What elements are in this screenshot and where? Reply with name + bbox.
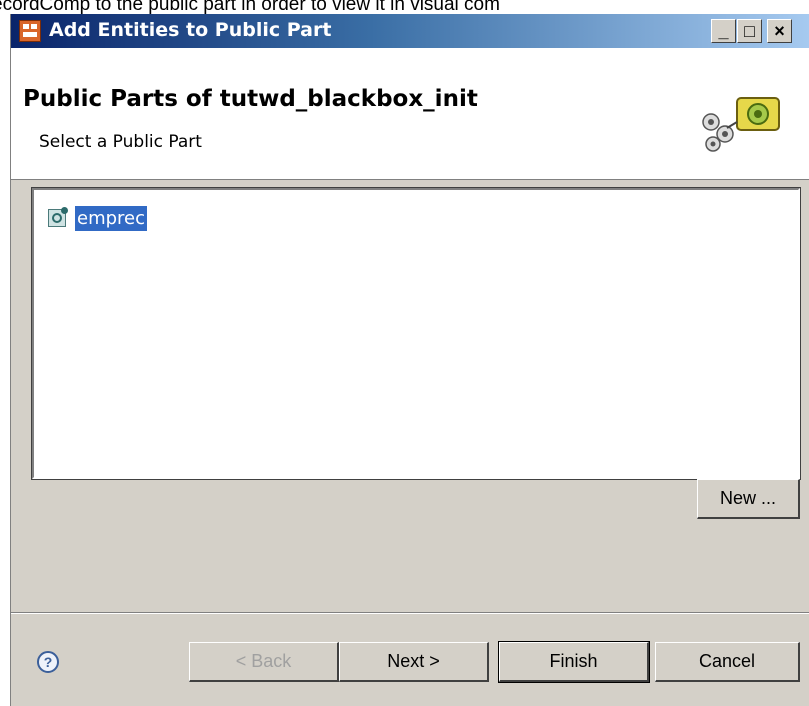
minimize-button[interactable]: _	[711, 19, 736, 43]
caption-text: ecordComp to the public part in order to…	[0, 0, 500, 14]
page-subtitle: Select a Public Part	[39, 132, 202, 152]
back-button[interactable]: < Back	[189, 642, 339, 682]
footer-separator	[11, 612, 809, 614]
maximize-button[interactable]: □	[737, 19, 762, 43]
next-button[interactable]: Next >	[339, 642, 489, 682]
app-icon	[19, 20, 41, 42]
close-button[interactable]: ×	[767, 19, 792, 43]
close-icon: ×	[774, 21, 785, 41]
window-title: Add Entities to Public Part	[49, 19, 332, 41]
wizard-header: Public Parts of tutwd_blackbox_init Sele…	[11, 48, 809, 180]
title-bar[interactable]: Add Entities to Public Part _ □ ×	[11, 14, 809, 48]
cancel-button[interactable]: Cancel	[655, 642, 800, 682]
list-item-label[interactable]: emprec	[75, 206, 148, 231]
wizard-banner-icon	[702, 97, 780, 152]
new-public-part-button[interactable]: New ...	[697, 479, 800, 519]
finish-button[interactable]: Finish	[498, 641, 650, 683]
help-icon[interactable]: ?	[37, 651, 59, 673]
page-caption: ecordComp to the public part in order to…	[0, 0, 809, 14]
dialog-window: Add Entities to Public Part _ □ × Public…	[10, 14, 809, 706]
page-title: Public Parts of tutwd_blackbox_init	[23, 86, 478, 112]
public-part-list[interactable]: emprec	[31, 187, 801, 480]
minimize-icon: _	[718, 21, 729, 41]
maximize-icon: □	[744, 21, 755, 41]
public-part-icon	[48, 207, 68, 227]
